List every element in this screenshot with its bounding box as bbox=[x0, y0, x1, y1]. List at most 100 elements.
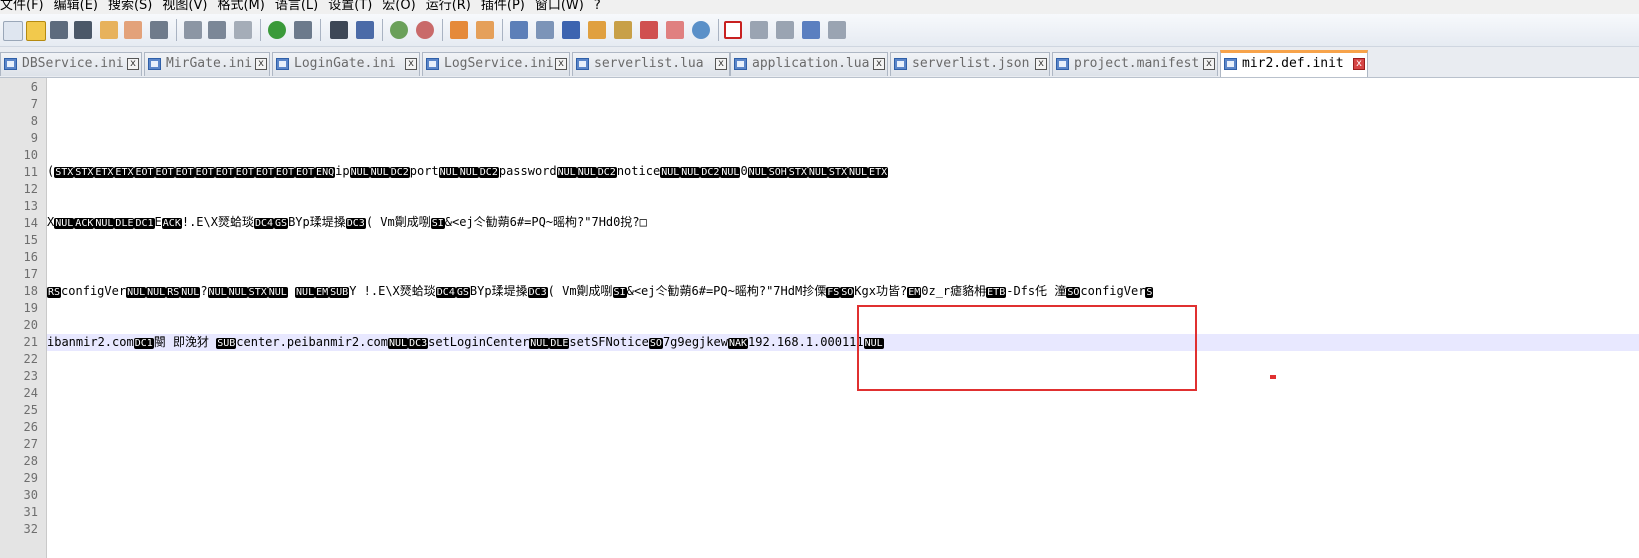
control-char-badge: ETX bbox=[868, 167, 889, 178]
close-icon[interactable]: x bbox=[1353, 58, 1365, 70]
tab-1[interactable]: MirGate.ini x bbox=[144, 52, 270, 76]
control-char-badge: DC3 bbox=[345, 218, 366, 229]
tab-7[interactable]: project.manifest x bbox=[1052, 52, 1218, 76]
menu-item-3[interactable]: 视图(V) bbox=[162, 0, 207, 12]
control-char-badge: S bbox=[1145, 287, 1154, 298]
cut-icon[interactable] bbox=[184, 21, 202, 39]
control-char-badge: SI bbox=[430, 218, 445, 229]
code-line-11[interactable]: (STX STX ETX ETX EOT EOT EOT EOT EOT EOT EOT EOT EOT… bbox=[47, 163, 1639, 180]
menu-item-11[interactable]: ? bbox=[594, 0, 601, 12]
code-text: 0z_r瘧貉枏 bbox=[921, 284, 987, 298]
code-text: -Dfs仛 潼 bbox=[1006, 284, 1067, 298]
macro-play-icon[interactable] bbox=[776, 21, 794, 39]
new-file-icon[interactable] bbox=[3, 21, 23, 41]
save-all-icon[interactable] bbox=[74, 21, 92, 39]
file-icon bbox=[576, 58, 589, 70]
tab-label: serverlist.json bbox=[912, 56, 1030, 71]
save-icon[interactable] bbox=[50, 21, 68, 39]
macro-save-icon[interactable] bbox=[828, 21, 846, 39]
menu-item-1[interactable]: 编辑(E) bbox=[54, 0, 98, 12]
close-all-icon[interactable] bbox=[124, 21, 142, 39]
tab-3[interactable]: LogService.ini x bbox=[422, 52, 570, 76]
replace-icon[interactable] bbox=[356, 21, 374, 39]
close-icon[interactable]: x bbox=[127, 58, 139, 70]
control-char-badge: NUL bbox=[458, 167, 479, 178]
tab-4[interactable]: serverlist.lua x bbox=[572, 52, 730, 76]
editor[interactable]: 6 7 8 9 10 11 12 13 14 15 16 17 18 19 20 21 22 23 24 25 26 27… bbox=[0, 78, 1639, 558]
code-line-21[interactable]: ibanmir2.comDC1閿 即浼犲 SUBcenter.peibanmir… bbox=[47, 334, 1639, 351]
show-all-chars-icon[interactable] bbox=[536, 21, 554, 39]
undo-icon[interactable] bbox=[268, 21, 286, 39]
close-icon[interactable]: x bbox=[555, 58, 567, 70]
find-icon[interactable] bbox=[330, 21, 348, 39]
control-char-badge: NUL bbox=[349, 167, 370, 178]
tab-bar: DBService.ini x MirGate.ini x LoginGate.ini x… bbox=[0, 47, 1639, 78]
menu-item-9[interactable]: 插件(P) bbox=[481, 0, 525, 12]
close-icon[interactable]: x bbox=[873, 58, 885, 70]
document-map-icon[interactable] bbox=[614, 21, 632, 39]
control-char-badge: NUL bbox=[438, 167, 459, 178]
sync-horizontal-icon[interactable] bbox=[476, 21, 494, 39]
line-number: 29 bbox=[23, 471, 38, 485]
menu-item-6[interactable]: 设置(T) bbox=[328, 0, 372, 12]
folder-workspace-icon[interactable] bbox=[666, 21, 684, 39]
code-text: &<ej仒勧蒴6#=PQ~暚枸?"7HdM抮傈 bbox=[626, 284, 827, 298]
control-char-badge: SOH bbox=[767, 167, 788, 178]
code-line-18[interactable]: RSconfigVerNUL NUL RS NUL?NUL NUL STX NUL NUL E… bbox=[47, 283, 1639, 300]
menu-item-10[interactable]: 窗口(W) bbox=[535, 0, 584, 12]
copy-icon[interactable] bbox=[208, 21, 226, 39]
menu-item-8[interactable]: 运行(R) bbox=[426, 0, 471, 12]
redo-icon[interactable] bbox=[294, 21, 312, 39]
line-number: 12 bbox=[23, 182, 38, 196]
file-icon bbox=[4, 58, 17, 70]
control-char-badge: NUL bbox=[660, 167, 681, 178]
monitoring-eye-icon[interactable] bbox=[692, 21, 710, 39]
function-list-icon[interactable] bbox=[640, 21, 658, 39]
menu-item-0[interactable]: 文件(F) bbox=[0, 0, 44, 12]
control-char-badge: SUB bbox=[216, 338, 237, 349]
menu-item-7[interactable]: 宏(O) bbox=[382, 0, 415, 12]
code-text: ? bbox=[200, 284, 208, 298]
menu-item-2[interactable]: 搜索(S) bbox=[108, 0, 152, 12]
paste-icon[interactable] bbox=[234, 21, 252, 39]
menu-item-4[interactable]: 格式(M) bbox=[217, 0, 264, 12]
line-number: 11 bbox=[23, 165, 38, 179]
print-icon[interactable] bbox=[150, 21, 168, 39]
close-icon[interactable]: x bbox=[1035, 58, 1047, 70]
annotation-highlight-box bbox=[857, 305, 1197, 391]
language-icon[interactable] bbox=[588, 21, 606, 39]
tab-2[interactable]: LoginGate.ini x bbox=[272, 52, 420, 76]
line-number: 28 bbox=[23, 454, 38, 468]
sync-vertical-icon[interactable] bbox=[450, 21, 468, 39]
control-char-badge: NUL bbox=[146, 287, 167, 298]
code-line-14[interactable]: XNUL ACK NUL DLE DC1EACK!.E\X燹蛤琰DC4 GSBYp瑈堤搡D… bbox=[47, 214, 1639, 231]
menu-item-5[interactable]: 语言(L) bbox=[275, 0, 318, 12]
close-icon[interactable]: x bbox=[405, 58, 417, 70]
indent-guide-icon[interactable] bbox=[562, 21, 580, 39]
line-number: 6 bbox=[30, 80, 38, 94]
close-icon[interactable]: x bbox=[715, 58, 727, 70]
tab-6[interactable]: serverlist.json x bbox=[890, 52, 1050, 76]
control-char-badge: NUL bbox=[180, 287, 201, 298]
zoom-in-icon[interactable] bbox=[390, 21, 408, 39]
tab-label: mir2.def.init bbox=[1242, 56, 1344, 71]
close-icon[interactable]: x bbox=[1203, 58, 1215, 70]
tab-0[interactable]: DBService.ini x bbox=[0, 52, 142, 76]
macro-record-icon[interactable] bbox=[724, 21, 742, 39]
macro-stop-icon[interactable] bbox=[750, 21, 768, 39]
tab-8[interactable]: mir2.def.init x bbox=[1220, 50, 1368, 77]
control-char-badge: GS bbox=[455, 287, 470, 298]
macro-run-multiple-icon[interactable] bbox=[802, 21, 820, 39]
close-icon[interactable]: x bbox=[255, 58, 267, 70]
code-text: &<ej仒勧蒴6#=PQ~暚枸?"7Hd0挩?□ bbox=[444, 215, 647, 229]
control-char-badge: NUL bbox=[680, 167, 701, 178]
control-char-badge: EOT bbox=[194, 167, 215, 178]
zoom-out-icon[interactable] bbox=[416, 21, 434, 39]
tab-5[interactable]: application.lua x bbox=[730, 52, 888, 76]
word-wrap-icon[interactable] bbox=[510, 21, 528, 39]
control-char-badge: SUB bbox=[329, 287, 350, 298]
close-file-icon[interactable] bbox=[100, 21, 118, 39]
open-folder-icon[interactable] bbox=[26, 21, 46, 41]
control-char-badge: DC1 bbox=[134, 218, 155, 229]
control-char-badge: ENQ bbox=[315, 167, 336, 178]
